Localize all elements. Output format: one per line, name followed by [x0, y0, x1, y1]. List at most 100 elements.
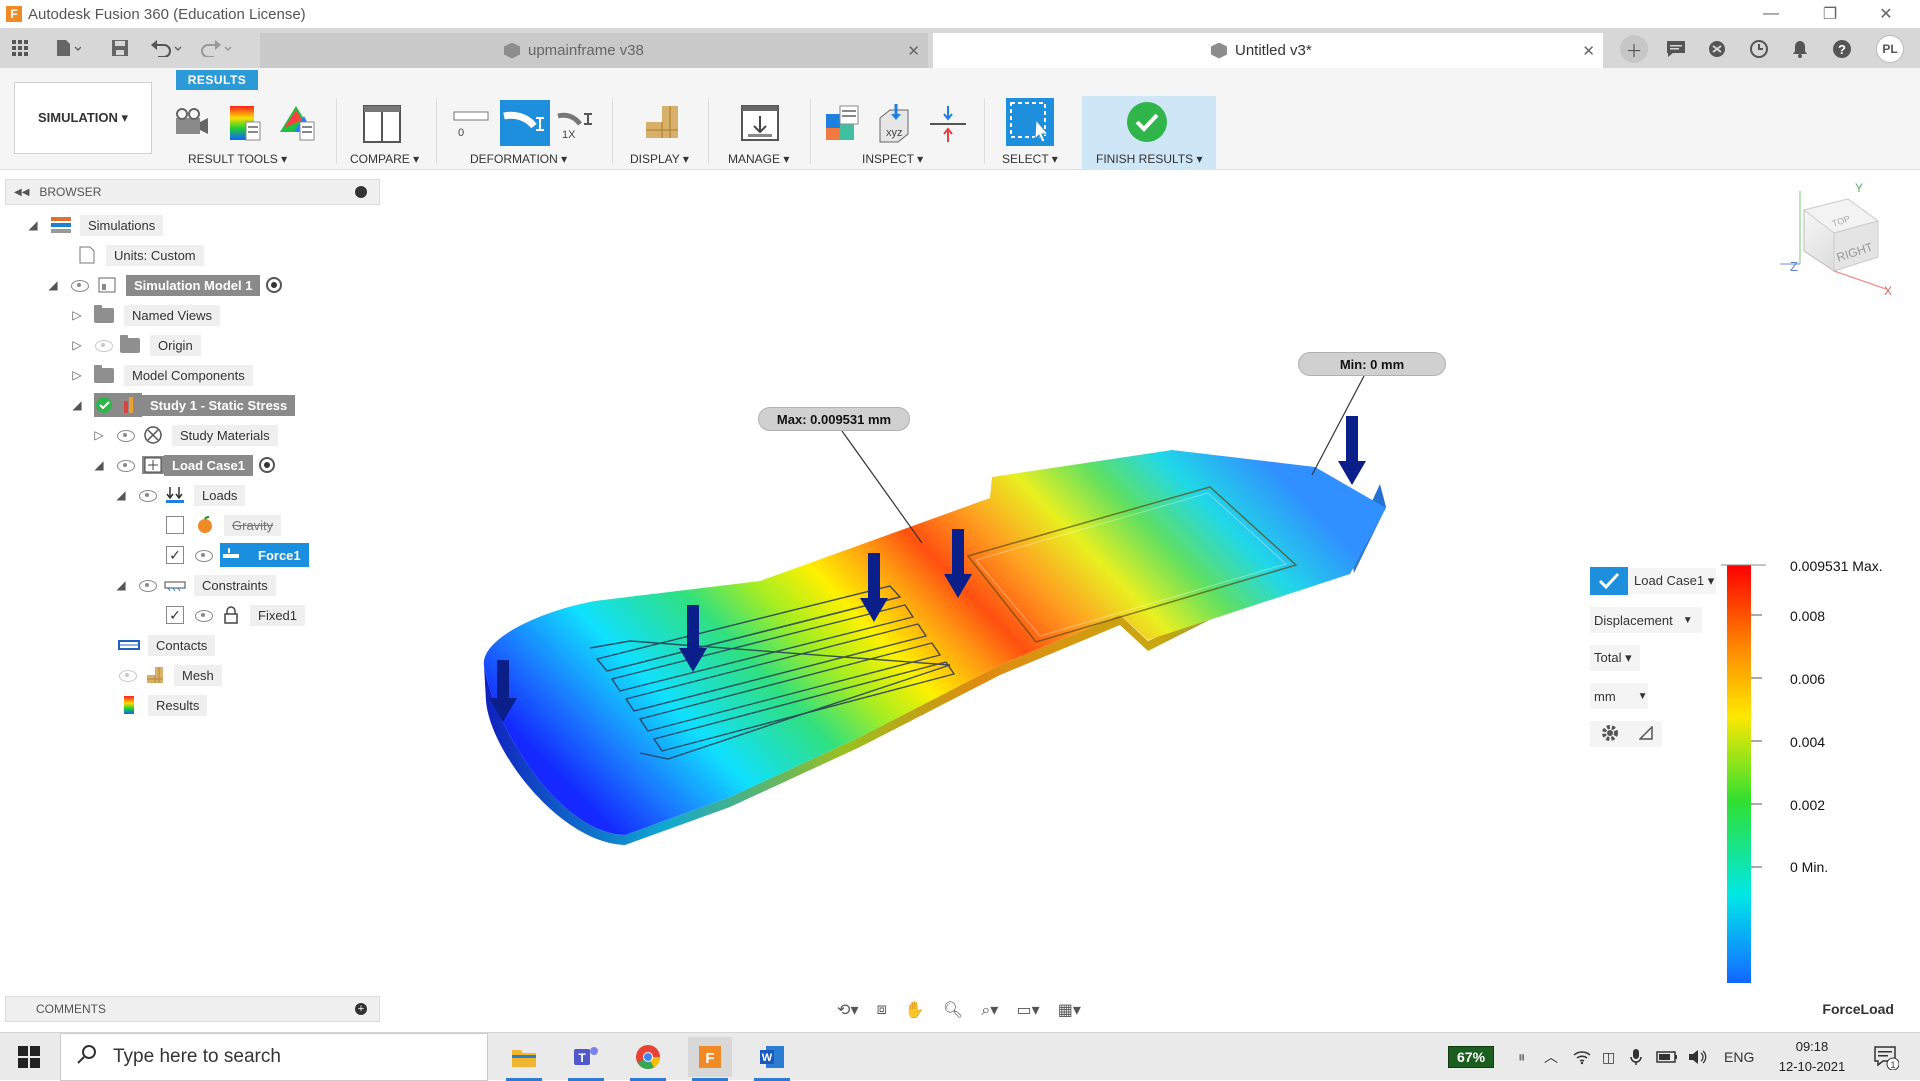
- tab-label: Untitled v3*: [1235, 42, 1312, 59]
- manage-settings-icon[interactable]: [740, 102, 780, 144]
- view-cube[interactable]: RIGHT TOP Y Z X: [1780, 181, 1892, 298]
- deformation-menu[interactable]: DEFORMATION ▾: [470, 152, 567, 166]
- window-title: Autodesk Fusion 360 (Education License): [28, 5, 306, 23]
- adjusted-deformation-icon[interactable]: [500, 100, 550, 146]
- tab-upmainframe[interactable]: upmainframe v38 ✕: [260, 33, 928, 68]
- volume-icon[interactable]: [1688, 1033, 1708, 1081]
- battery-percent: 67%: [1448, 1046, 1495, 1068]
- legend-tick: 0.004: [1790, 734, 1826, 750]
- max-displacement-callout[interactable]: Max: 0.009531 mm: [758, 407, 910, 431]
- action-center-icon[interactable]: 1: [1868, 1033, 1904, 1081]
- add-comment-icon[interactable]: +: [355, 1003, 367, 1015]
- redo-icon[interactable]: [196, 28, 236, 68]
- minimize-button[interactable]: —: [1743, 0, 1799, 28]
- legend-resize-icon[interactable]: [1637, 724, 1653, 743]
- no-deformation-icon[interactable]: 0: [452, 102, 492, 144]
- battery-percent-badge[interactable]: 67%: [1448, 1033, 1495, 1081]
- result-type-dropdown[interactable]: Displacement ▼: [1590, 607, 1702, 633]
- comments-title: COMMENTS: [36, 1002, 106, 1016]
- display-settings-icon[interactable]: ▭▾: [1016, 1000, 1039, 1020]
- fusion-360-taskbar-icon[interactable]: F: [688, 1037, 732, 1081]
- taskbar-search-box[interactable]: Type here to search: [60, 1033, 488, 1081]
- units-dropdown[interactable]: mm ▼: [1590, 683, 1648, 709]
- windows-start-icon[interactable]: [18, 1046, 40, 1068]
- comments-chat-icon[interactable]: [1662, 35, 1690, 63]
- save-icon[interactable]: [108, 28, 132, 68]
- legend-settings-gear-icon[interactable]: [1600, 723, 1620, 746]
- new-tab-plus-icon[interactable]: ＋: [1620, 35, 1648, 63]
- data-panel-grid-icon[interactable]: [8, 28, 32, 68]
- min-displacement-callout[interactable]: Min: 0 mm: [1298, 352, 1446, 376]
- battery-icon[interactable]: [1656, 1033, 1678, 1081]
- ribbon-divider: [810, 98, 811, 164]
- manage-menu[interactable]: MANAGE ▾: [728, 152, 789, 166]
- compare-layout-icon[interactable]: [362, 102, 402, 144]
- legend-tick: 0.002: [1790, 797, 1826, 813]
- legend-tick-min: 0 Min.: [1790, 859, 1829, 875]
- result-tools-menu[interactable]: RESULT TOOLS ▾: [188, 152, 287, 166]
- component-dropdown[interactable]: Total ▾: [1590, 645, 1640, 671]
- workspace-switcher-button[interactable]: SIMULATION ▾: [14, 82, 152, 154]
- microphone-muted-icon[interactable]: ⏸: [1518, 1033, 1526, 1081]
- search-placeholder: Type here to search: [113, 1046, 281, 1067]
- close-window-button[interactable]: ✕: [1858, 0, 1914, 28]
- tab-close-button[interactable]: ✕: [1582, 42, 1595, 60]
- look-at-icon[interactable]: ⧈: [877, 1001, 887, 1019]
- grid-settings-icon[interactable]: ▦▾: [1058, 1000, 1081, 1020]
- title-bar: F Autodesk Fusion 360 (Education License…: [0, 0, 1920, 28]
- pan-hand-icon[interactable]: ✋: [905, 1000, 925, 1020]
- fusion-logo-icon: F: [6, 6, 22, 22]
- inspect-menu[interactable]: INSPECT ▾: [862, 152, 923, 166]
- undo-icon[interactable]: [146, 28, 186, 68]
- 3d-viewport[interactable]: RIGHT TOP Y Z X Max: 0.009531 mm Min: 0 …: [0, 171, 1920, 983]
- finish-results-menu[interactable]: FINISH RESULTS ▾: [1096, 152, 1202, 166]
- help-icon[interactable]: ?: [1828, 35, 1856, 63]
- surface-probes-icon[interactable]: [822, 102, 862, 144]
- restore-button[interactable]: ❐: [1802, 0, 1858, 28]
- point-probe-icon[interactable]: xyz: [874, 102, 914, 144]
- extensions-icon[interactable]: [1703, 35, 1731, 63]
- load-case-selector[interactable]: Load Case1 ▾: [1590, 567, 1716, 595]
- display-mesh-icon[interactable]: [642, 102, 682, 144]
- legend-colorbar: [1721, 564, 1766, 983]
- fit-window-icon[interactable]: ⌕▾: [981, 1000, 998, 1020]
- svg-text:W: W: [762, 1052, 773, 1064]
- language-indicator[interactable]: ENG: [1724, 1033, 1754, 1081]
- webcam-icon[interactable]: ◫: [1602, 1033, 1615, 1081]
- tab-results[interactable]: RESULTS: [176, 70, 258, 90]
- word-icon[interactable]: W: [750, 1037, 794, 1081]
- microphone-icon[interactable]: [1630, 1033, 1642, 1081]
- ribbon-divider: [984, 98, 985, 164]
- chrome-icon[interactable]: [626, 1037, 670, 1081]
- user-avatar[interactable]: PL: [1876, 35, 1904, 63]
- select-window-icon[interactable]: [1006, 98, 1054, 146]
- zoom-icon[interactable]: 🔍︎: [943, 1000, 963, 1020]
- finish-check-icon[interactable]: [1127, 102, 1167, 142]
- wifi-icon[interactable]: [1572, 1033, 1592, 1081]
- display-menu[interactable]: DISPLAY ▾: [630, 152, 689, 166]
- status-active-command: ForceLoad: [1822, 1001, 1894, 1017]
- result-plot-icon[interactable]: [224, 102, 264, 144]
- show-hidden-icons-chevron-icon[interactable]: ︿: [1544, 1033, 1558, 1081]
- file-menu-icon[interactable]: [48, 28, 88, 68]
- compare-menu[interactable]: COMPARE ▾: [350, 152, 419, 166]
- clock[interactable]: 09:18 12-10-2021: [1770, 1037, 1854, 1077]
- actual-deformation-icon[interactable]: 1X: [556, 102, 596, 144]
- teams-icon[interactable]: T: [564, 1037, 608, 1081]
- section-analysis-icon[interactable]: [928, 102, 968, 144]
- notifications-bell-icon[interactable]: [1786, 35, 1814, 63]
- color-map-icon[interactable]: [276, 102, 316, 144]
- orbit-icon[interactable]: ⟲▾: [837, 1000, 858, 1020]
- navigation-toolbar: ⟲▾ ⧈ ✋ 🔍︎ ⌕▾ ▭▾ ▦▾: [828, 996, 1090, 1024]
- tab-untitled[interactable]: Untitled v3* ✕: [933, 33, 1603, 68]
- job-status-clock-icon[interactable]: [1745, 35, 1773, 63]
- comments-panel-header[interactable]: COMMENTS +: [5, 996, 380, 1022]
- svg-text:1X: 1X: [562, 129, 576, 141]
- tab-close-button[interactable]: ✕: [907, 42, 920, 60]
- ribbon-divider: [612, 98, 613, 164]
- select-menu[interactable]: SELECT ▾: [1002, 152, 1058, 166]
- svg-text:F: F: [705, 1050, 714, 1067]
- file-explorer-icon[interactable]: [502, 1037, 546, 1081]
- legend-tick-max: 0.009531 Max.: [1790, 558, 1883, 574]
- animate-camera-icon[interactable]: [172, 102, 212, 144]
